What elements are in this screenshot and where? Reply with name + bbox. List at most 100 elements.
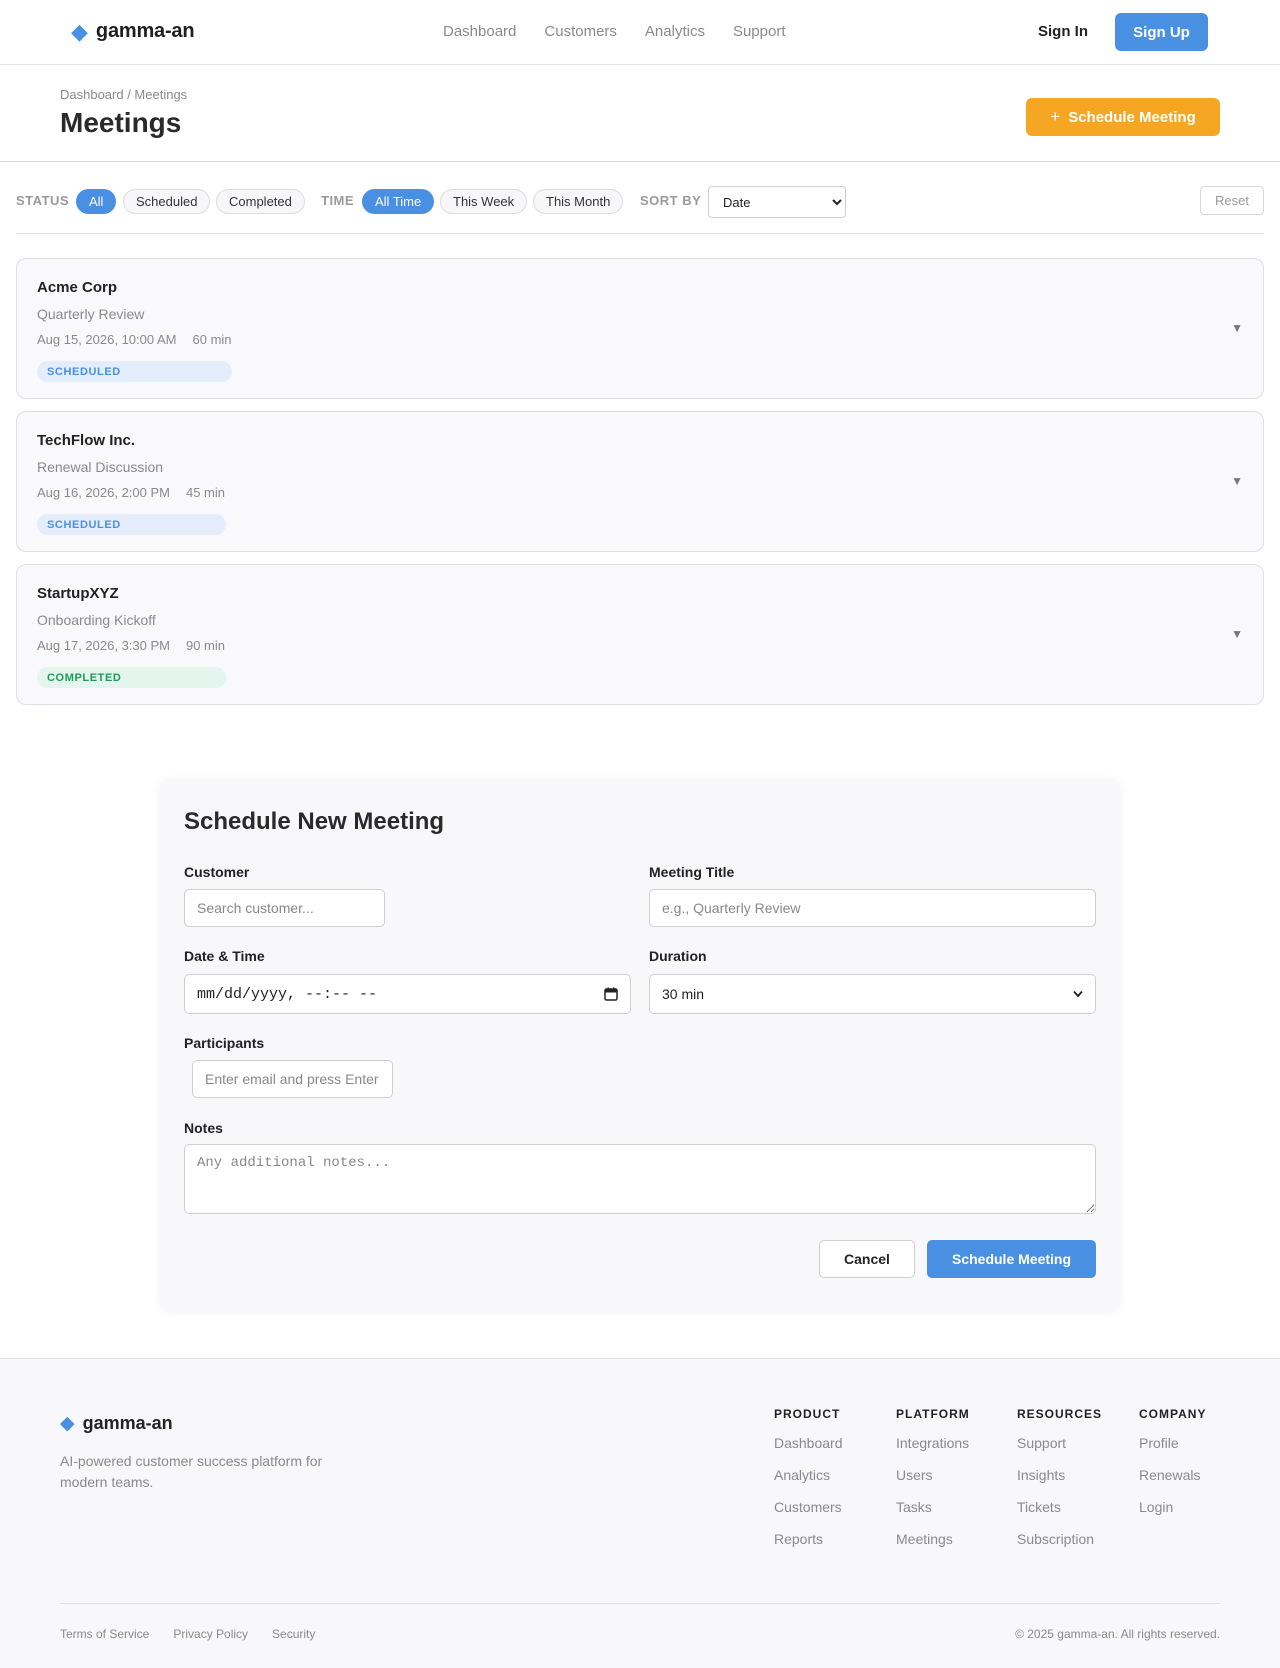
footer-link[interactable]: Subscription <box>1017 1531 1102 1548</box>
chevron-down-icon[interactable]: ▼ <box>1231 627 1243 641</box>
footer-tagline: AI-powered customer success platform for… <box>60 1453 323 1490</box>
time-chip-all-time[interactable]: All Time <box>362 189 435 214</box>
notes-textarea[interactable] <box>184 1144 1096 1214</box>
footer-heading: RESOURCES <box>1017 1407 1103 1421</box>
notes-label: Notes <box>184 1120 223 1136</box>
status-badge: COMPLETED <box>37 667 226 688</box>
footer-legal-links: Terms of Service Privacy Policy Security <box>60 1627 315 1641</box>
diamond-icon: ◆ <box>71 18 88 44</box>
meeting-duration: 90 min <box>185 638 226 653</box>
footer-column-company: COMPANY Profile Renewals Login <box>1139 1407 1206 1516</box>
status-badge: SCHEDULED <box>37 514 226 535</box>
sort-select[interactable]: Date <box>708 186 846 218</box>
footer-link[interactable]: Dashboard <box>774 1435 843 1452</box>
nav-dashboard[interactable]: Dashboard <box>443 23 516 40</box>
meeting-datetime: Aug 15, 2026, 10:00 AM <box>37 332 177 347</box>
footer-link[interactable]: Meetings <box>896 1531 970 1548</box>
meeting-title-label: Meeting Title <box>649 864 735 880</box>
sort-by-label: SORT BY <box>640 193 702 208</box>
datetime-input[interactable]: mm/dd/yyyy, --:-- -- <box>184 974 631 1014</box>
meeting-card[interactable]: Acme Corp Quarterly Review Aug 15, 2026,… <box>16 258 1264 399</box>
footer-heading: PRODUCT <box>774 1407 841 1421</box>
time-filter-label: TIME <box>321 193 355 208</box>
chevron-down-icon[interactable]: ▼ <box>1231 321 1243 335</box>
privacy-link[interactable]: Privacy Policy <box>173 1627 248 1641</box>
status-badge: SCHEDULED <box>37 361 232 382</box>
meeting-meta: Aug 15, 2026, 10:00 AM 60 min <box>37 332 232 347</box>
footer-brand-name: gamma-an <box>82 1413 173 1433</box>
sign-in-link[interactable]: Sign In <box>1038 23 1088 40</box>
meeting-title: Onboarding Kickoff <box>37 612 156 628</box>
cancel-button[interactable]: Cancel <box>819 1240 915 1278</box>
customer-label: Customer <box>184 864 250 880</box>
schedule-meeting-form: Schedule New Meeting Customer Meeting Ti… <box>160 778 1120 1310</box>
footer-heading: PLATFORM <box>896 1407 970 1421</box>
calendar-icon[interactable] <box>604 987 618 1001</box>
chevron-down-icon[interactable]: ▼ <box>1231 474 1243 488</box>
footer-heading: COMPANY <box>1139 1407 1207 1421</box>
brand-logo[interactable]: ◆ gamma-an <box>71 18 195 44</box>
datetime-value: mm/dd/yyyy, --:-- -- <box>197 985 378 1003</box>
meeting-title-input[interactable] <box>649 889 1096 927</box>
page-title: Meetings <box>60 107 182 138</box>
meeting-list: Acme Corp Quarterly Review Aug 15, 2026,… <box>16 258 1264 705</box>
footer-link[interactable]: Login <box>1139 1499 1206 1516</box>
participants-input[interactable] <box>192 1060 393 1098</box>
brand-name: gamma-an <box>95 20 195 42</box>
status-chip-scheduled[interactable]: Scheduled <box>123 189 211 214</box>
footer-logo[interactable]: ◆ gamma-an <box>60 1412 173 1435</box>
footer-link[interactable]: Integrations <box>896 1435 970 1452</box>
time-chip-this-month[interactable]: This Month <box>533 189 624 214</box>
footer-column-platform: PLATFORM Integrations Users Tasks Meetin… <box>896 1407 970 1548</box>
status-chip-completed[interactable]: Completed <box>216 189 305 214</box>
datetime-label: Date & Time <box>184 948 265 964</box>
meeting-card[interactable]: TechFlow Inc. Renewal Discussion Aug 16,… <box>16 411 1264 552</box>
meeting-title: Quarterly Review <box>37 306 145 322</box>
footer-link[interactable]: Renewals <box>1139 1467 1206 1484</box>
footer-link[interactable]: Analytics <box>774 1467 843 1484</box>
meeting-datetime: Aug 16, 2026, 2:00 PM <box>37 485 170 500</box>
participants-label: Participants <box>184 1035 265 1051</box>
status-chip-all[interactable]: All <box>76 189 117 214</box>
nav-analytics[interactable]: Analytics <box>645 23 705 40</box>
reset-button[interactable]: Reset <box>1200 186 1264 215</box>
page-header: Dashboard / Meetings Meetings + Schedule… <box>0 65 1280 162</box>
sign-up-button[interactable]: Sign Up <box>1115 13 1208 51</box>
customer-search-input[interactable] <box>184 889 385 927</box>
meeting-card[interactable]: StartupXYZ Onboarding Kickoff Aug 17, 20… <box>16 564 1264 705</box>
footer-column-resources: RESOURCES Support Insights Tickets Subsc… <box>1017 1407 1102 1548</box>
plus-icon: + <box>1050 107 1061 126</box>
site-footer: ◆ gamma-an AI-powered customer success p… <box>0 1358 1280 1668</box>
main-nav: Dashboard Customers Analytics Support <box>443 23 786 40</box>
submit-schedule-button[interactable]: Schedule Meeting <box>927 1240 1096 1278</box>
form-title: Schedule New Meeting <box>184 808 445 835</box>
breadcrumb: Dashboard / Meetings <box>60 87 188 102</box>
meeting-customer: TechFlow Inc. <box>37 432 136 449</box>
footer-link[interactable]: Insights <box>1017 1467 1102 1484</box>
meeting-title: Renewal Discussion <box>37 459 164 475</box>
time-chip-this-week[interactable]: This Week <box>440 189 528 214</box>
terms-link[interactable]: Terms of Service <box>60 1627 149 1641</box>
filter-bar: STATUS All Scheduled Completed TIME All … <box>16 162 1264 234</box>
footer-link[interactable]: Tasks <box>896 1499 970 1516</box>
footer-link[interactable]: Users <box>896 1467 970 1484</box>
schedule-meeting-button[interactable]: + Schedule Meeting <box>1026 98 1220 136</box>
footer-link[interactable]: Profile <box>1139 1435 1206 1452</box>
nav-support[interactable]: Support <box>733 23 786 40</box>
footer-link[interactable]: Support <box>1017 1435 1102 1452</box>
meeting-customer: StartupXYZ <box>37 585 119 602</box>
top-navigation: ◆ gamma-an Dashboard Customers Analytics… <box>0 0 1280 65</box>
meeting-duration: 45 min <box>185 485 226 500</box>
chevron-down-icon <box>1073 990 1083 998</box>
security-link[interactable]: Security <box>272 1627 315 1641</box>
diamond-icon: ◆ <box>60 1413 75 1434</box>
nav-customers[interactable]: Customers <box>544 23 617 40</box>
footer-link[interactable]: Tickets <box>1017 1499 1102 1516</box>
footer-column-product: PRODUCT Dashboard Analytics Customers Re… <box>774 1407 843 1548</box>
duration-select[interactable]: 30 min <box>649 974 1096 1014</box>
meeting-meta: Aug 16, 2026, 2:00 PM 45 min <box>37 485 225 500</box>
duration-label: Duration <box>649 948 707 964</box>
meeting-customer: Acme Corp <box>37 279 118 296</box>
footer-link[interactable]: Customers <box>774 1499 843 1516</box>
footer-link[interactable]: Reports <box>774 1531 843 1548</box>
